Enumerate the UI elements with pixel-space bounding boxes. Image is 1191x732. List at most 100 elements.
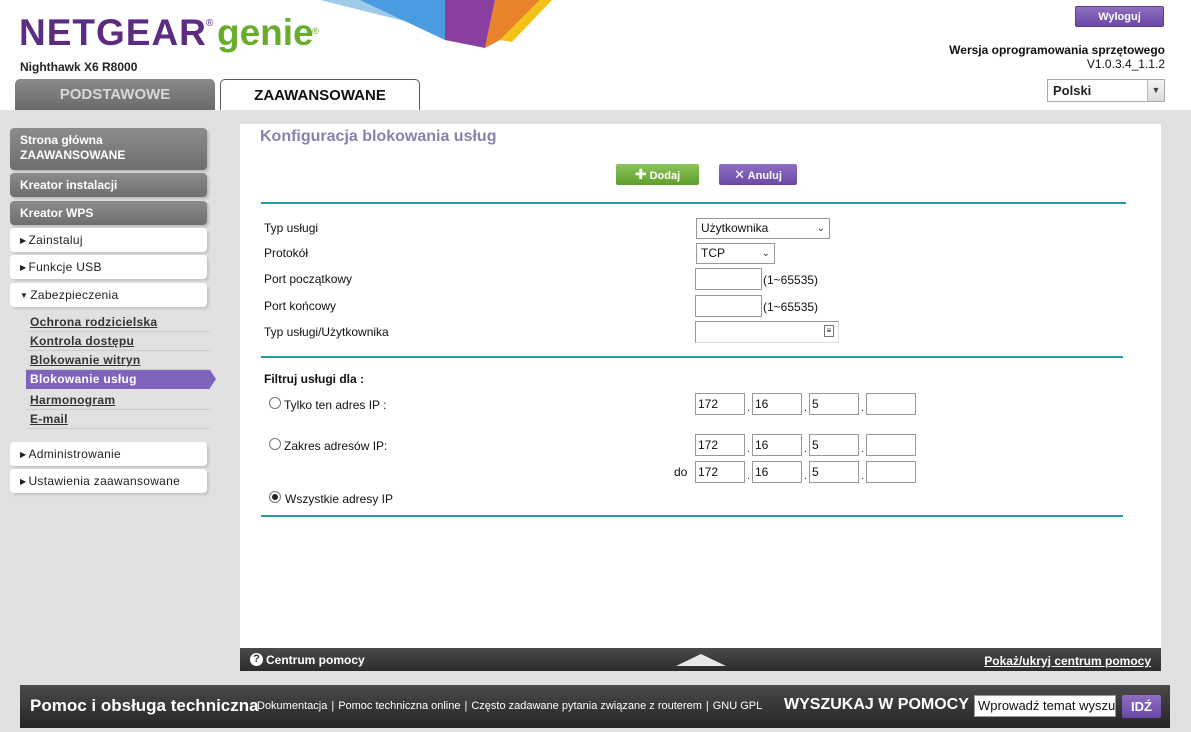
help-toggle-link[interactable]: Pokaż/ukryj centrum pomocy — [984, 654, 1151, 668]
sidebar-item-administration[interactable]: ▶ Administrowanie — [10, 442, 207, 466]
protocol-label: Protokół — [264, 246, 309, 260]
close-icon: ✕ — [734, 167, 746, 182]
caret-right-icon: ▶ — [20, 477, 27, 486]
user-service-input[interactable]: ≡ — [695, 321, 839, 343]
range-from-octet-3[interactable]: 5 — [809, 434, 859, 456]
only-ip-octet-2[interactable]: 16 — [752, 393, 802, 415]
ip-dot: . — [861, 443, 865, 455]
footer-link-online-support[interactable]: Pomoc techniczna online — [338, 700, 460, 712]
footer: Pomoc i obsługa techniczna Dokumentacja |… — [20, 685, 1170, 728]
language-select[interactable]: Polski ▼ — [1047, 79, 1165, 102]
sidebar-item-parental-control[interactable]: Ochrona rodzicielska — [26, 313, 210, 332]
page-title: Konfiguracja blokowania usług — [260, 128, 497, 145]
sidebar-label-administration: Administrowanie — [28, 447, 121, 461]
service-type-select[interactable]: Użytkownika ⌄ — [696, 218, 830, 239]
footer-links: Dokumentacja | Pomoc techniczna online | Czę… — [257, 700, 762, 712]
protocol-select[interactable]: TCP ⌄ — [696, 243, 775, 264]
range-to-octet-2[interactable]: 16 — [752, 461, 802, 483]
logout-button[interactable]: Wyloguj — [1075, 6, 1164, 27]
protocol-value: TCP — [701, 246, 725, 260]
footer-search-label: WYSZUKAJ W POMOCY — [784, 696, 969, 713]
end-port-hint: (1~65535) — [763, 300, 819, 314]
expand-arrow-icon[interactable] — [676, 654, 726, 666]
start-port-label: Port początkowy — [264, 272, 353, 286]
sidebar-label-advanced-settings: Ustawienia zaawansowane — [28, 474, 181, 488]
separator: | — [464, 700, 468, 712]
keyboard-icon: ≡ — [824, 325, 834, 337]
sidebar-item-schedule[interactable]: Harmonogram — [26, 391, 210, 410]
ip-dot: . — [747, 402, 751, 414]
sidebar-item-email[interactable]: E-mail — [26, 410, 210, 429]
divider — [261, 356, 1123, 358]
all-ip-radio[interactable] — [269, 491, 281, 503]
sidebar-item-install[interactable]: ▶ Zainstaluj — [10, 228, 207, 252]
range-from-octet-4[interactable] — [866, 434, 916, 456]
sidebar-item-advanced-settings[interactable]: ▶ Ustawienia zaawansowane — [10, 469, 207, 493]
range-from-octet-1[interactable]: 172 — [695, 434, 745, 456]
sidebar-item-security[interactable]: ▼ Zabezpieczenia — [10, 283, 207, 307]
only-ip-octet-1[interactable]: 172 — [695, 393, 745, 415]
cancel-button[interactable]: ✕ Anuluj — [719, 164, 797, 185]
ip-dot: . — [804, 402, 808, 414]
footer-link-gpl[interactable]: GNU GPL — [713, 700, 763, 712]
ip-dot: . — [804, 470, 808, 482]
logo-decoration — [320, 0, 552, 48]
sidebar-item-block-services[interactable]: Blokowanie usług — [26, 370, 216, 389]
add-button[interactable]: ✚ Dodaj — [616, 164, 699, 185]
sidebar-label-usb: Funkcje USB — [28, 260, 102, 274]
only-ip-octet-4[interactable] — [866, 393, 916, 415]
end-port-input[interactable] — [695, 295, 762, 317]
registered-mark: ® — [206, 18, 214, 29]
footer-link-faq[interactable]: Często zadawane pytania związane z route… — [471, 700, 702, 712]
range-to-octet-3[interactable]: 5 — [809, 461, 859, 483]
tab-advanced[interactable]: ZAAWANSOWANE — [220, 79, 420, 110]
help-center-label[interactable]: Centrum pomocy — [266, 653, 365, 667]
help-search-input[interactable]: Wprowadź temat wyszukiwania — [974, 695, 1116, 717]
sidebar-label-security: Zabezpieczenia — [30, 288, 119, 302]
footer-link-documentation[interactable]: Dokumentacja — [257, 700, 327, 712]
sidebar-item-block-sites[interactable]: Blokowanie witryn — [26, 351, 210, 370]
range-to-label: do — [674, 465, 688, 479]
firmware-label: Wersja oprogramowania sprzętowego — [949, 43, 1165, 57]
filter-label: Filtruj usługi dla : — [264, 372, 364, 386]
tab-basic[interactable]: PODSTAWOWE — [15, 79, 215, 110]
caret-down-icon: ▼ — [20, 291, 29, 300]
end-port-label: Port końcowy — [264, 299, 337, 313]
search-go-button[interactable]: IDŹ — [1122, 695, 1161, 718]
sidebar-item-home[interactable]: Strona główna ZAAWANSOWANE — [10, 128, 207, 170]
separator: | — [705, 700, 709, 712]
range-to-octet-1[interactable]: 172 — [695, 461, 745, 483]
sidebar-item-access-control[interactable]: Kontrola dostępu — [26, 332, 210, 351]
firmware-version: V1.0.3.4_1.1.2 — [1086, 57, 1165, 71]
only-ip-label: Tylko ten adres IP : — [284, 398, 387, 412]
divider — [261, 202, 1126, 204]
add-label: Dodaj — [649, 170, 681, 182]
help-icon[interactable]: ? — [250, 653, 263, 666]
header: NETGEAR ® genie ® Nighthawk X6 R8000 Wyl… — [0, 0, 1191, 110]
caret-right-icon: ▶ — [20, 450, 27, 459]
start-port-input[interactable] — [695, 268, 762, 290]
sidebar-item-setup-wizard[interactable]: Kreator instalacji — [10, 173, 207, 197]
footer-title: Pomoc i obsługa techniczna — [30, 696, 259, 715]
only-ip-radio[interactable] — [269, 397, 281, 409]
range-to-octet-4[interactable] — [866, 461, 916, 483]
sidebar-home-line2: ZAAWANSOWANE — [20, 148, 126, 162]
language-value: Polski — [1053, 83, 1092, 98]
caret-right-icon: ▶ — [20, 263, 27, 272]
service-type-label: Typ usługi — [264, 221, 319, 235]
ip-dot: . — [747, 443, 751, 455]
separator: | — [331, 700, 335, 712]
content-panel: Konfiguracja blokowania usług ✚ Dodaj ✕ … — [240, 124, 1161, 648]
plus-icon: ✚ — [634, 166, 647, 182]
sidebar-item-usb[interactable]: ▶ Funkcje USB — [10, 255, 207, 279]
range-ip-radio[interactable] — [269, 438, 281, 450]
sidebar-item-wps-wizard[interactable]: Kreator WPS — [10, 201, 207, 225]
range-from-octet-2[interactable]: 16 — [752, 434, 802, 456]
divider — [261, 515, 1123, 517]
model-name: Nighthawk X6 R8000 — [20, 60, 138, 74]
only-ip-octet-3[interactable]: 5 — [809, 393, 859, 415]
cancel-label: Anuluj — [747, 170, 782, 182]
start-port-hint: (1~65535) — [763, 273, 819, 287]
service-type-value: Użytkownika — [701, 221, 769, 235]
netgear-logo: NETGEAR — [19, 12, 207, 53]
